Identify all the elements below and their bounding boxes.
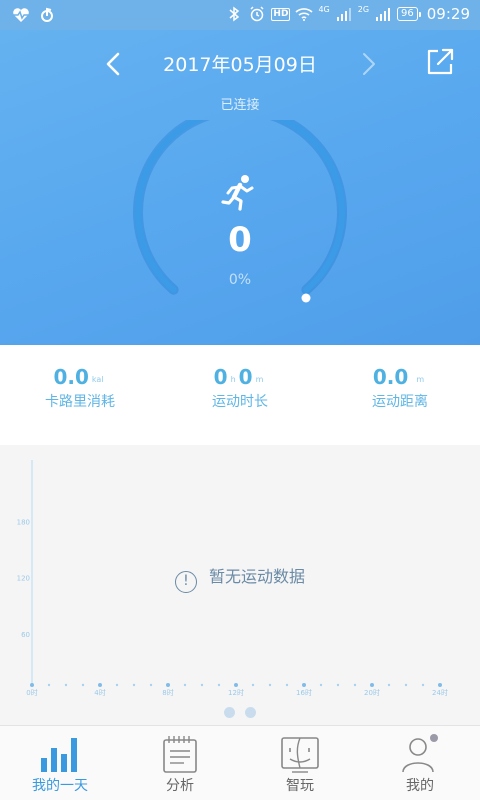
baseline-dot [251,683,255,687]
baseline-dot [353,683,357,687]
wifi-icon [295,5,313,23]
x-tick-label: 4时 [94,688,105,697]
x-tick-label: 16时 [296,688,312,697]
heart-rate-icon [12,6,30,24]
chevron-right-icon [363,53,375,75]
next-day-button[interactable] [352,48,384,80]
tab-profile[interactable]: 我的 [360,726,480,800]
baseline-dot [387,683,391,687]
x-tick-label: 20时 [364,688,380,697]
battery-indicator: 96 [397,7,421,21]
running-person-icon [221,175,254,211]
share-icon [427,48,454,75]
tab-smart-play[interactable]: 智玩 [240,726,360,800]
tab-analysis-label: 分析 [166,778,194,794]
x-tick-label: 8时 [162,688,173,697]
baseline-dot [47,683,51,687]
baseline-dot [132,683,136,687]
baseline-dot [336,683,340,687]
distance-label: 运动距离 [372,394,428,410]
daily-summary-panel: 2017年05月09日 已连接 0 0% [0,30,480,345]
tab-my-day-label: 我的一天 [32,778,88,794]
date-navigator: 2017年05月09日 [0,44,480,80]
baseline-dot [217,683,221,687]
activity-stats: 0.0 kal 卡路里消耗 0h0m 运动时长 0.0 m 运动距离 [0,345,480,445]
duration-minutes-unit: m [255,375,264,384]
x-tick-label: 0时 [26,688,37,697]
empty-chart-message: ! 暂无运动数据 [0,563,480,593]
calories-label: 卡路里消耗 [45,394,115,410]
notification-dot [430,734,438,742]
bottom-navigation: 我的一天 分析 智玩 我的 [0,725,480,800]
share-button[interactable] [424,46,456,78]
x-tick-label: 24时 [432,688,448,697]
baseline-dot [404,683,408,687]
duration-hours-value: 0 [213,365,228,389]
page-dot-1[interactable] [224,707,235,718]
x-tick-marker [438,683,442,687]
calories-unit: kal [91,375,104,384]
baseline-dot [421,683,425,687]
info-icon: ! [174,571,197,593]
alarm-clock-icon [248,5,266,23]
progress-marker [301,293,311,303]
duration-stat: 0h0m 运动时长 [160,365,320,411]
tab-my-day[interactable]: 我的一天 [0,726,120,800]
baseline-dot [183,683,187,687]
bluetooth-icon [225,5,243,23]
page-dot-2[interactable] [245,707,256,718]
distance-value: 0.0 [372,365,409,389]
tab-profile-label: 我的 [406,778,434,794]
baseline-dot [200,683,204,687]
x-tick-label: 12时 [228,688,244,697]
finder-face-icon [281,737,319,773]
signal-strength-icon [335,5,353,23]
calories-stat: 0.0 kal 卡路里消耗 [0,365,160,411]
notepad-icon [163,736,197,773]
x-tick-marker [302,683,306,687]
baseline-dot [268,683,272,687]
status-bar: HD 4G 2G 96 09:29 [0,0,480,30]
baseline-dot [115,683,119,687]
connection-status: 已连接 [220,98,260,113]
baseline-dot [64,683,68,687]
hd-voice-badge: HD [271,7,291,21]
calories-value: 0.0 [53,365,89,389]
hourly-activity-chart[interactable]: 180 120 60 0时 4时 8时 12时 16时 20时 24时 ! 暂无运动数据 [0,445,480,725]
x-tick-marker [370,683,374,687]
x-tick-marker [98,683,102,687]
page-indicator [0,703,480,722]
x-tick-marker [234,683,238,687]
app-notification-icon [38,6,56,24]
y-tick-label: 60 [21,631,30,639]
clock-time: 09:29 [426,5,470,23]
distance-stat: 0.0 m 运动距离 [320,365,480,411]
baseline-dot [149,683,153,687]
tab-smart-play-label: 智玩 [286,778,314,794]
network-type-label-2: 2G [357,5,370,14]
goal-percentage: 0% [228,272,252,288]
tab-analysis[interactable]: 分析 [120,726,240,800]
current-date: 2017年05月09日 [163,54,317,76]
y-tick-label: 180 [17,518,30,526]
empty-chart-text: 暂无运动数据 [208,567,305,586]
duration-minutes-value: 0 [238,365,253,389]
baseline-dot [81,683,85,687]
network-type-label: 4G [318,5,330,14]
baseline-dot [319,683,323,687]
bar-chart-icon [41,738,77,772]
x-tick-marker [30,683,34,687]
baseline-dot [285,683,289,687]
step-count: 0 [228,220,252,260]
x-tick-marker [166,683,170,687]
duration-label: 运动时长 [212,394,268,410]
user-profile-icon [402,734,438,773]
distance-unit: m [416,375,425,384]
signal-strength-icon-2 [374,5,392,23]
duration-hours-unit: h [230,375,236,384]
